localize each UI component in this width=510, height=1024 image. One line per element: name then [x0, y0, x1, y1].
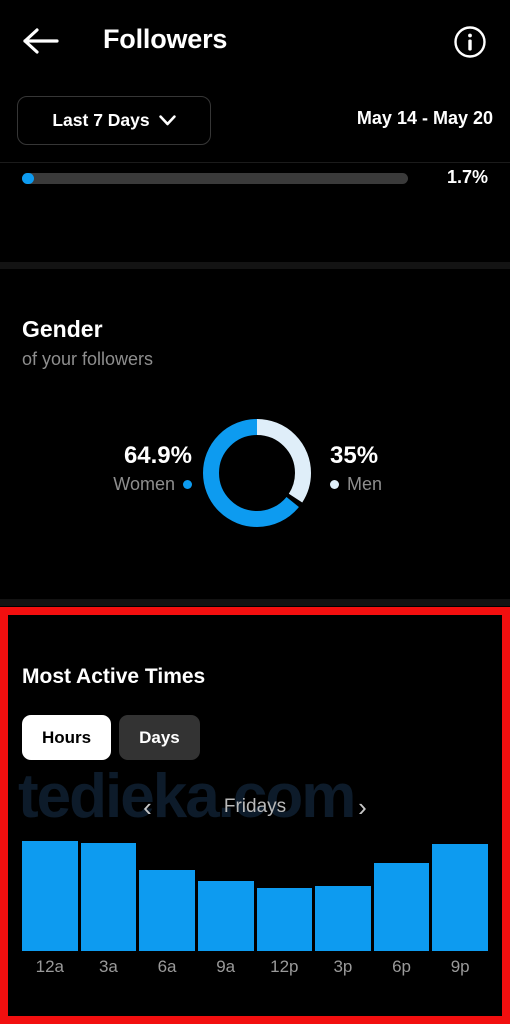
- date-range-text: May 14 - May 20: [356, 108, 493, 128]
- x-axis-tick: 12a: [35, 957, 64, 976]
- progress-value: 1.7%: [446, 167, 488, 187]
- chevron-right-icon[interactable]: ›: [358, 794, 367, 820]
- bar: [373, 863, 430, 951]
- time-unit-toggle-group: Hours Days: [22, 715, 200, 760]
- toggle-hours[interactable]: Hours: [22, 715, 112, 760]
- bar: [22, 841, 78, 951]
- women-percent: 64.9%: [123, 442, 192, 469]
- most-active-times-section: tedieka.com Most Active Times Hours Days…: [8, 615, 502, 1016]
- back-button[interactable]: [20, 22, 62, 60]
- bar: [139, 869, 195, 951]
- followers-insights-screen: Followers Last 7 Days May 14 - May 20 1.…: [0, 0, 510, 1024]
- men-label: Men: [347, 474, 383, 494]
- bar-column: [197, 841, 254, 951]
- men-percent: 35%: [330, 442, 379, 469]
- gender-section: Gender of your followers 64.9% Women 35%…: [0, 269, 510, 607]
- most-active-times-title: Most Active Times: [22, 665, 206, 688]
- bar: [256, 888, 313, 951]
- bar-column: [373, 841, 430, 951]
- info-button[interactable]: [453, 25, 487, 59]
- gender-stat-men: 35% Men: [330, 441, 470, 495]
- gender-donut-chart: [196, 412, 318, 534]
- women-legend-dot: [183, 480, 192, 489]
- x-axis-tick: 12p: [270, 957, 299, 976]
- bar-column: [139, 841, 195, 951]
- day-label: Fridays: [223, 796, 287, 817]
- progress-fill: [22, 173, 35, 184]
- bar-column: [22, 841, 78, 951]
- bar: [432, 844, 488, 951]
- x-axis-tick: 6p: [392, 957, 412, 976]
- page-title: Followers: [103, 24, 228, 54]
- progress-section: 1.7%: [0, 162, 510, 262]
- progress-track: [22, 173, 408, 184]
- info-circle-icon: [454, 26, 486, 58]
- section-divider-2: [0, 599, 510, 606]
- chevron-down-icon: [158, 115, 176, 126]
- day-navigator: ‹ Fridays ›: [8, 787, 502, 827]
- date-range-select-label: Last 7 Days: [52, 110, 150, 130]
- section-divider-1: [0, 262, 510, 269]
- bar-column: [80, 841, 137, 951]
- bar-column: [256, 841, 313, 951]
- date-range-select[interactable]: Last 7 Days: [17, 96, 211, 145]
- bar: [80, 843, 137, 951]
- gender-subtitle: of your followers: [22, 349, 154, 369]
- arrow-left-icon: [23, 28, 59, 54]
- bar: [315, 886, 371, 951]
- x-axis-tick: 9p: [450, 957, 470, 976]
- app-header: Followers: [0, 0, 510, 82]
- x-axis-tick: 6a: [157, 957, 177, 976]
- x-axis-tick: 3p: [333, 957, 353, 976]
- bar-column: [432, 841, 488, 951]
- toggle-days[interactable]: Days: [119, 715, 200, 760]
- x-axis-tick: 9a: [216, 957, 236, 976]
- active-times-x-axis: 12a 3a 6a 9a 12p 3p 6p 9p: [22, 957, 488, 977]
- gender-stat-women: 64.9% Women: [72, 441, 192, 495]
- bar: [197, 880, 254, 951]
- donut-svg: [203, 419, 311, 527]
- most-active-times-highlight: tedieka.com Most Active Times Hours Days…: [0, 607, 510, 1024]
- x-axis-tick: 3a: [98, 957, 118, 976]
- gender-title: Gender: [22, 316, 103, 342]
- bar-column: [315, 841, 371, 951]
- men-legend-dot: [330, 480, 339, 489]
- active-times-bar-chart: [22, 841, 488, 951]
- women-label: Women: [113, 474, 175, 494]
- filter-row: Last 7 Days May 14 - May 20: [0, 96, 510, 146]
- chevron-left-icon[interactable]: ‹: [143, 794, 152, 820]
